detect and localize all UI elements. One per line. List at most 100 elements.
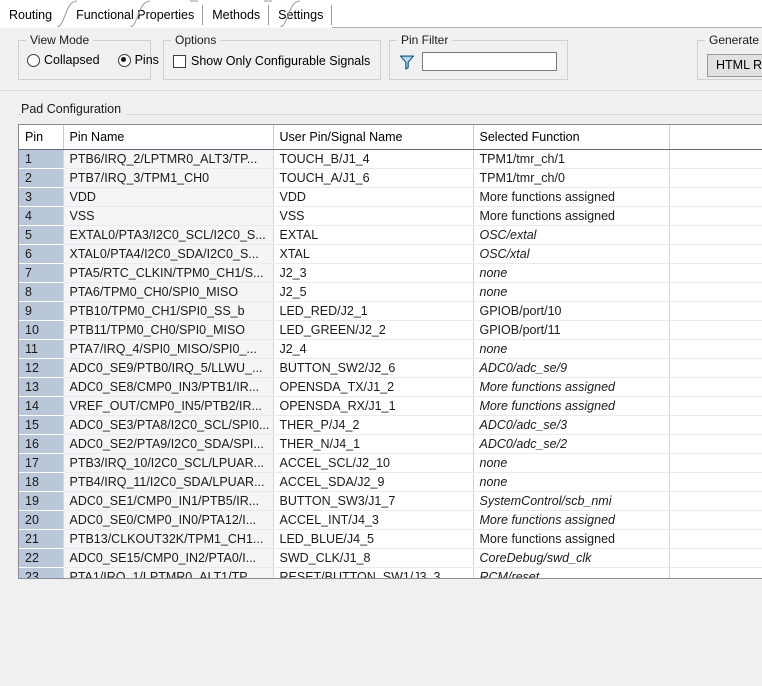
cell-blank[interactable] — [669, 301, 762, 321]
cell-pin[interactable]: 5 — [19, 225, 64, 245]
tab-settings[interactable]: Settings — [269, 2, 333, 28]
radio-collapsed-dot[interactable] — [27, 53, 40, 67]
table-row[interactable]: 17 PTB3/IRQ_10/I2C0_SCL/LPUAR... ACCEL_SCL… — [19, 453, 762, 473]
cell-user[interactable]: ACCEL_INT/J4_3 — [273, 510, 474, 530]
cell-name[interactable]: ADC0_SE2/PTA9/I2C0_SDA/SPI... — [63, 434, 274, 454]
cell-blank[interactable] — [669, 453, 762, 473]
radio-pins[interactable]: Pins — [117, 53, 159, 67]
table-row[interactable]: 12 ADC0_SE9/PTB0/IRQ_5/LLWU_... BUTTON_SW2… — [19, 358, 762, 378]
cell-user[interactable]: LED_RED/J2_1 — [273, 301, 474, 321]
cell-user[interactable]: J2_3 — [273, 263, 474, 283]
cell-blank[interactable] — [669, 244, 762, 264]
table-row[interactable]: 14 VREF_OUT/CMP0_IN5/PTB2/IR... OPENSDA_RX… — [19, 396, 762, 416]
column-header-pin-name[interactable]: Pin Name — [63, 125, 274, 150]
cell-func[interactable]: More functions assigned — [473, 529, 670, 549]
cell-func[interactable]: More functions assigned — [473, 206, 670, 226]
cell-name[interactable]: ADC0_SE8/CMP0_IN3/PTB1/IR... — [63, 377, 274, 397]
table-row[interactable]: 13 ADC0_SE8/CMP0_IN3/PTB1/IR... OPENSDA_TX… — [19, 377, 762, 397]
cell-func[interactable]: CoreDebug/swd_clk — [473, 548, 670, 568]
cell-name[interactable]: PTA1/IRQ_1/LPTMR0_ALT1/TP... — [63, 567, 274, 578]
cell-blank[interactable] — [669, 206, 762, 226]
table-row[interactable]: 5 EXTAL0/PTA3/I2C0_SCL/I2C0_S... EXTAL OSC/… — [19, 225, 762, 245]
cell-blank[interactable] — [669, 491, 762, 511]
cell-pin[interactable]: 4 — [19, 206, 64, 226]
cell-user[interactable]: TOUCH_A/J1_6 — [273, 168, 474, 188]
show-only-configurable-signals-checkbox-row[interactable]: Show Only Configurable Signals — [173, 54, 370, 68]
table-row[interactable]: 9 PTB10/TPM0_CH1/SPI0_SS_b LED_RED/J2_1 GPI… — [19, 301, 762, 321]
cell-name[interactable]: ADC0_SE1/CMP0_IN1/PTB5/IR... — [63, 491, 274, 511]
cell-name[interactable]: PTB10/TPM0_CH1/SPI0_SS_b — [63, 301, 274, 321]
cell-pin[interactable]: 23 — [19, 567, 64, 578]
cell-name[interactable]: PTB13/CLKOUT32K/TPM1_CH1... — [63, 529, 274, 549]
cell-user[interactable]: SWD_CLK/J1_8 — [273, 548, 474, 568]
cell-name[interactable]: ADC0_SE0/CMP0_IN0/PTA12/I... — [63, 510, 274, 530]
cell-user[interactable]: RESET/BUTTON_SW1/J3_3 — [273, 567, 474, 578]
cell-name[interactable]: PTB4/IRQ_11/I2C0_SDA/LPUAR... — [63, 472, 274, 492]
tab-methods[interactable]: Methods — [203, 2, 270, 28]
cell-name[interactable]: XTAL0/PTA4/I2C0_SDA/I2C0_S... — [63, 244, 274, 264]
cell-name[interactable]: PTA5/RTC_CLKIN/TPM0_CH1/S... — [63, 263, 274, 283]
cell-func[interactable]: none — [473, 339, 670, 359]
funnel-filter-icon[interactable] — [398, 53, 416, 71]
cell-user[interactable]: THER_N/J4_1 — [273, 434, 474, 454]
cell-user[interactable]: THER_P/J4_2 — [273, 415, 474, 435]
html-report-button[interactable]: HTML Report — [707, 54, 762, 77]
cell-name[interactable]: EXTAL0/PTA3/I2C0_SCL/I2C0_S... — [63, 225, 274, 245]
cell-blank[interactable] — [669, 415, 762, 435]
cell-blank[interactable] — [669, 434, 762, 454]
cell-blank[interactable] — [669, 472, 762, 492]
cell-name[interactable]: ADC0_SE3/PTA8/I2C0_SCL/SPI0... — [63, 415, 274, 435]
cell-func[interactable]: GPIOB/port/11 — [473, 320, 670, 340]
cell-blank[interactable] — [669, 510, 762, 530]
cell-pin[interactable]: 21 — [19, 529, 64, 549]
cell-func[interactable]: none — [473, 282, 670, 302]
cell-pin[interactable]: 22 — [19, 548, 64, 568]
table-row[interactable]: 16 ADC0_SE2/PTA9/I2C0_SDA/SPI... THER_N/J4… — [19, 434, 762, 454]
cell-pin[interactable]: 12 — [19, 358, 64, 378]
cell-name[interactable]: ADC0_SE15/CMP0_IN2/PTA0/I... — [63, 548, 274, 568]
cell-user[interactable]: EXTAL — [273, 225, 474, 245]
table-row[interactable]: 1 PTB6/IRQ_2/LPTMR0_ALT3/TP... TOUCH_B/J1_… — [19, 149, 762, 169]
cell-user[interactable]: LED_GREEN/J2_2 — [273, 320, 474, 340]
show-only-configurable-signals-checkbox[interactable] — [173, 54, 186, 68]
cell-func[interactable]: ADC0/adc_se/9 — [473, 358, 670, 378]
cell-name[interactable]: ADC0_SE9/PTB0/IRQ_5/LLWU_... — [63, 358, 274, 378]
cell-name[interactable]: VREF_OUT/CMP0_IN5/PTB2/IR... — [63, 396, 274, 416]
cell-func[interactable]: none — [473, 453, 670, 473]
cell-func[interactable]: ADC0/adc_se/3 — [473, 415, 670, 435]
table-row[interactable]: 20 ADC0_SE0/CMP0_IN0/PTA12/I... ACCEL_INT/… — [19, 510, 762, 530]
cell-name[interactable]: PTA7/IRQ_4/SPI0_MISO/SPI0_... — [63, 339, 274, 359]
cell-name[interactable]: VDD — [63, 187, 274, 207]
cell-func[interactable]: More functions assigned — [473, 377, 670, 397]
cell-user[interactable]: BUTTON_SW3/J1_7 — [273, 491, 474, 511]
table-row[interactable]: 19 ADC0_SE1/CMP0_IN1/PTB5/IR... BUTTON_SW3… — [19, 491, 762, 511]
cell-func[interactable]: SystemControl/scb_nmi — [473, 491, 670, 511]
cell-pin[interactable]: 9 — [19, 301, 64, 321]
table-row[interactable]: 23 PTA1/IRQ_1/LPTMR0_ALT1/TP... RESET/BUTT… — [19, 567, 762, 578]
column-header-pin[interactable]: Pin — [19, 125, 64, 150]
cell-user[interactable]: J2_4 — [273, 339, 474, 359]
cell-func[interactable]: More functions assigned — [473, 187, 670, 207]
radio-collapsed[interactable]: Collapsed — [27, 53, 100, 67]
cell-pin[interactable]: 1 — [19, 149, 64, 169]
column-header-blank[interactable] — [669, 125, 762, 150]
cell-user[interactable]: VSS — [273, 206, 474, 226]
cell-user[interactable]: LED_BLUE/J4_5 — [273, 529, 474, 549]
cell-pin[interactable]: 14 — [19, 396, 64, 416]
table-row[interactable]: 7 PTA5/RTC_CLKIN/TPM0_CH1/S... J2_3 none — [19, 263, 762, 283]
radio-pins-dot[interactable] — [117, 53, 131, 67]
tab-functional-properties[interactable]: Functional Properties — [64, 2, 204, 28]
pad-configuration-table-container[interactable]: Pin Pin Name User Pin/Signal Name Select… — [18, 124, 762, 579]
cell-user[interactable]: J2_5 — [273, 282, 474, 302]
cell-user[interactable]: ACCEL_SCL/J2_10 — [273, 453, 474, 473]
cell-name[interactable]: PTB6/IRQ_2/LPTMR0_ALT3/TP... — [63, 149, 274, 169]
table-row[interactable]: 8 PTA6/TPM0_CH0/SPI0_MISO J2_5 none — [19, 282, 762, 302]
cell-user[interactable]: BUTTON_SW2/J2_6 — [273, 358, 474, 378]
table-row[interactable]: 18 PTB4/IRQ_11/I2C0_SDA/LPUAR... ACCEL_SDA… — [19, 472, 762, 492]
cell-func[interactable]: OSC/xtal — [473, 244, 670, 264]
cell-func[interactable]: TPM1/tmr_ch/0 — [473, 168, 670, 188]
cell-user[interactable]: VDD — [273, 187, 474, 207]
cell-pin[interactable]: 20 — [19, 510, 64, 530]
cell-user[interactable]: ACCEL_SDA/J2_9 — [273, 472, 474, 492]
cell-pin[interactable]: 16 — [19, 434, 64, 454]
